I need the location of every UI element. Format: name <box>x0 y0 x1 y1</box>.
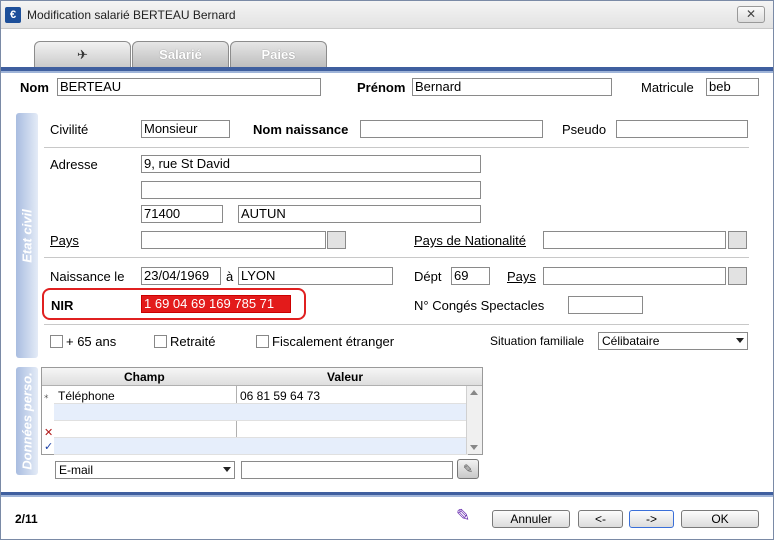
table-row[interactable]: Téléphone 06 81 59 64 73 <box>54 387 468 404</box>
situation-dropdown[interactable]: Célibataire <box>598 332 748 350</box>
footer-divider <box>1 492 773 497</box>
dept-label: Dépt <box>414 269 442 284</box>
etat-civil-panel: Etat civil <box>16 113 38 358</box>
pays-nationalite-code-box <box>728 231 747 249</box>
adresse-line2-field[interactable] <box>141 181 481 199</box>
pseudo-label: Pseudo <box>562 122 607 137</box>
divider <box>44 324 749 325</box>
pays-naissance-link[interactable]: Pays <box>507 269 536 284</box>
header-divider <box>1 67 773 73</box>
tag-icon: ✎ <box>462 462 474 476</box>
retraite-checkbox[interactable] <box>154 335 167 348</box>
plus65-checkbox[interactable] <box>50 335 63 348</box>
prenom-field[interactable]: Bernard <box>412 78 612 96</box>
scroll-up-icon[interactable] <box>470 390 478 395</box>
pays-code-box <box>327 231 346 249</box>
annuler-button[interactable]: Annuler <box>492 510 570 528</box>
tab-salarie[interactable]: Salarié <box>132 41 229 68</box>
dept-field[interactable]: 69 <box>451 267 490 285</box>
code-postal-field[interactable]: 71400 <box>141 205 223 223</box>
nom-naissance-label: Nom naissance <box>253 122 349 137</box>
nir-label: NIR <box>51 298 74 313</box>
cell-champ: Téléphone <box>58 389 115 403</box>
pays-link[interactable]: Pays <box>50 233 79 248</box>
title-bar: € Modification salarié BERTEAU Bernard ✕ <box>1 1 773 29</box>
previous-button[interactable]: <- <box>578 510 623 528</box>
table-row[interactable] <box>54 404 468 421</box>
grid-scrollbar[interactable] <box>466 386 482 454</box>
pays-naissance-code-box <box>728 267 747 285</box>
adresse-label: Adresse <box>50 157 98 172</box>
retraite-label: Retraité <box>170 334 216 349</box>
new-value-field[interactable] <box>241 461 453 479</box>
tab-general[interactable]: ✈ <box>34 41 131 68</box>
ville-field[interactable]: AUTUN <box>238 205 481 223</box>
nom-label: Nom <box>20 80 49 95</box>
divider <box>44 147 749 148</box>
new-type-value: E-mail <box>59 463 94 477</box>
matricule-field[interactable]: beb <box>706 78 759 96</box>
civilite-field[interactable]: Monsieur <box>141 120 230 138</box>
conges-field[interactable] <box>568 296 643 314</box>
conges-label: N° Congés Spectacles <box>414 298 545 313</box>
donnees-panel: Données perso. <box>16 367 38 475</box>
validate-icon[interactable]: ✓ <box>44 440 53 453</box>
chevron-down-icon <box>736 338 744 343</box>
a-label: à <box>226 269 234 284</box>
table-row[interactable] <box>54 421 468 438</box>
grid-header: Champ Valeur <box>42 368 482 386</box>
new-type-dropdown[interactable]: E-mail <box>55 461 235 479</box>
naissance-lieu-field[interactable]: LYON <box>238 267 393 285</box>
scroll-down-icon[interactable] <box>470 445 478 450</box>
fiscal-checkbox[interactable] <box>256 335 269 348</box>
plus65-label: + 65 ans <box>66 334 117 349</box>
close-button[interactable]: ✕ <box>737 6 765 23</box>
nom-field[interactable]: BERTEAU <box>57 78 321 96</box>
table-row[interactable] <box>54 438 468 455</box>
col-champ-header: Champ <box>124 370 165 384</box>
pencil-icon[interactable]: ✎ <box>456 506 470 526</box>
ok-button[interactable]: OK <box>681 510 759 528</box>
fiscal-label: Fiscalement étranger <box>272 334 395 349</box>
window-title: Modification salarié BERTEAU Bernard <box>27 8 236 22</box>
situation-value: Célibataire <box>602 334 660 348</box>
chevron-down-icon <box>223 467 231 472</box>
pays-field[interactable] <box>141 231 326 249</box>
pays-nationalite-link[interactable]: Pays de Nationalité <box>414 233 526 248</box>
prenom-label: Prénom <box>357 80 406 95</box>
situation-label: Situation familiale <box>490 334 585 348</box>
etat-civil-title: Etat civil <box>19 208 35 263</box>
current-row-icon: ⁎ <box>44 390 49 400</box>
tab-paies[interactable]: Paies <box>230 41 327 68</box>
matricule-label: Matricule <box>641 80 694 95</box>
nom-naissance-field[interactable] <box>360 120 543 138</box>
window: € Modification salarié BERTEAU Bernard ✕… <box>0 0 774 540</box>
naissance-label: Naissance le <box>50 269 125 284</box>
pays-nationalite-field[interactable] <box>543 231 726 249</box>
nir-field[interactable]: 1 69 04 69 169 785 71 <box>141 295 291 313</box>
civilite-label: Civilité <box>50 122 89 137</box>
col-valeur-header: Valeur <box>327 370 364 384</box>
add-tag-button[interactable]: ✎ <box>457 459 479 479</box>
donnees-title: Données perso. <box>19 372 35 470</box>
record-count: 2/11 <box>15 512 38 526</box>
next-button[interactable]: -> <box>629 510 674 528</box>
donnees-grid[interactable]: Champ Valeur Téléphone 06 81 59 64 73 ⁎ … <box>41 367 483 455</box>
delete-icon[interactable]: ✕ <box>44 426 53 439</box>
divider <box>44 257 749 258</box>
app-icon: € <box>5 7 21 23</box>
pseudo-field[interactable] <box>616 120 748 138</box>
cell-valeur: 06 81 59 64 73 <box>240 389 321 403</box>
adresse-line1-field[interactable]: 9, rue St David <box>141 155 481 173</box>
pays-naissance-field[interactable] <box>543 267 726 285</box>
naissance-date-field[interactable]: 23/04/1969 <box>141 267 221 285</box>
